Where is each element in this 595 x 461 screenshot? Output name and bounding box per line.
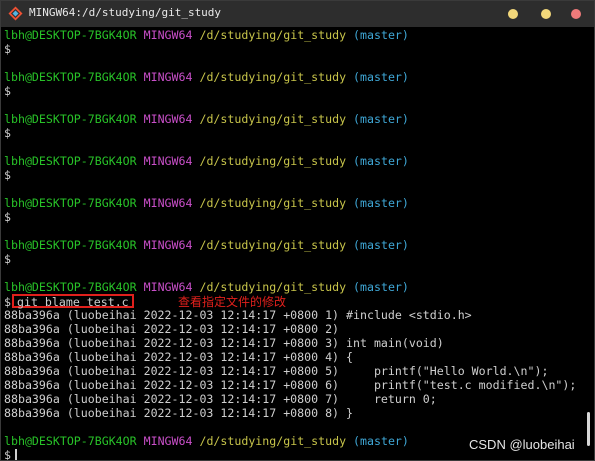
blame-line: 88ba396a (luobeihai 2022-12-03 12:14:17 … xyxy=(4,392,437,406)
prompt-line: lbh@DESKTOP-7BGK4OR MINGW64 /d/studying/… xyxy=(4,280,582,294)
prompt-path: /d/studying/git_study xyxy=(199,154,347,168)
prompt-system: MINGW64 xyxy=(143,154,193,168)
git-bash-icon xyxy=(8,6,23,21)
prompt-user: lbh@DESKTOP-7BGK4OR xyxy=(4,112,137,126)
text-cursor xyxy=(14,449,17,460)
prompt-line: lbh@DESKTOP-7BGK4OR MINGW64 /d/studying/… xyxy=(4,70,582,84)
prompt-user: lbh@DESKTOP-7BGK4OR xyxy=(4,154,137,168)
prompt-symbol: $ xyxy=(4,448,11,460)
highlighted-command: git blame test.c xyxy=(11,294,134,308)
prompt-branch: (master) xyxy=(353,28,409,42)
blame-line: 88ba396a (luobeihai 2022-12-03 12:14:17 … xyxy=(4,406,354,420)
prompt-branch: (master) xyxy=(353,112,409,126)
prompt-system: MINGW64 xyxy=(143,28,193,42)
prompt-branch: (master) xyxy=(353,434,409,448)
prompt-symbol-line: $ xyxy=(4,252,582,266)
prompt-symbol: $ xyxy=(4,252,11,266)
prompt-path: /d/studying/git_study xyxy=(199,280,347,294)
blame-line: 88ba396a (luobeihai 2022-12-03 12:14:17 … xyxy=(4,350,354,364)
prompt-symbol: $ xyxy=(4,210,11,224)
prompt-system: MINGW64 xyxy=(143,238,193,252)
prompt-symbol-line: $ xyxy=(4,210,582,224)
prompt-system: MINGW64 xyxy=(143,196,193,210)
terminal-output[interactable]: lbh@DESKTOP-7BGK4OR MINGW64 /d/studying/… xyxy=(4,28,582,460)
prompt-path: /d/studying/git_study xyxy=(199,238,347,252)
blame-line: 88ba396a (luobeihai 2022-12-03 12:14:17 … xyxy=(4,364,549,378)
prompt-path: /d/studying/git_study xyxy=(199,112,347,126)
prompt-line: lbh@DESKTOP-7BGK4OR MINGW64 /d/studying/… xyxy=(4,196,582,210)
minimize-icon[interactable] xyxy=(508,9,518,19)
prompt-path: /d/studying/git_study xyxy=(199,434,347,448)
prompt-user: lbh@DESKTOP-7BGK4OR xyxy=(4,280,137,294)
prompt-symbol: $ xyxy=(4,168,11,182)
prompt-system: MINGW64 xyxy=(143,280,193,294)
prompt-symbol: $ xyxy=(4,126,11,140)
blame-line: 88ba396a (luobeihai 2022-12-03 12:14:17 … xyxy=(4,308,472,322)
prompt-symbol: $ xyxy=(4,84,11,98)
terminal-window: MINGW64:/d/studying/git_study lbh@DESKTO… xyxy=(0,0,595,461)
scrollbar-thumb[interactable] xyxy=(587,412,590,446)
prompt-user: lbh@DESKTOP-7BGK4OR xyxy=(4,28,137,42)
prompt-branch: (master) xyxy=(353,196,409,210)
command-line: $ git blame test.c xyxy=(4,294,582,309)
blame-line: 88ba396a (luobeihai 2022-12-03 12:14:17 … xyxy=(4,322,340,336)
prompt-user: lbh@DESKTOP-7BGK4OR xyxy=(4,70,137,84)
command-annotation: 查看指定文件的修改 xyxy=(178,295,287,309)
prompt-branch: (master) xyxy=(353,280,409,294)
prompt-path: /d/studying/git_study xyxy=(199,196,347,210)
close-icon[interactable] xyxy=(571,9,581,19)
title-bar[interactable]: MINGW64:/d/studying/git_study xyxy=(1,1,594,27)
prompt-path: /d/studying/git_study xyxy=(199,28,347,42)
blame-line: 88ba396a (luobeihai 2022-12-03 12:14:17 … xyxy=(4,378,577,392)
prompt-line: lbh@DESKTOP-7BGK4OR MINGW64 /d/studying/… xyxy=(4,28,582,42)
prompt-user: lbh@DESKTOP-7BGK4OR xyxy=(4,196,137,210)
prompt-system: MINGW64 xyxy=(143,70,193,84)
prompt-branch: (master) xyxy=(353,154,409,168)
blame-line: 88ba396a (luobeihai 2022-12-03 12:14:17 … xyxy=(4,336,444,350)
prompt-symbol-line: $ xyxy=(4,84,582,98)
prompt-symbol-line: $ xyxy=(4,42,582,56)
prompt-symbol: $ xyxy=(4,295,11,309)
maximize-icon[interactable] xyxy=(541,9,551,19)
prompt-symbol-line: $ xyxy=(4,168,582,182)
prompt-branch: (master) xyxy=(353,70,409,84)
prompt-user: lbh@DESKTOP-7BGK4OR xyxy=(4,238,137,252)
window-title: MINGW64:/d/studying/git_study xyxy=(29,6,222,19)
prompt-system: MINGW64 xyxy=(143,434,193,448)
prompt-line: lbh@DESKTOP-7BGK4OR MINGW64 /d/studying/… xyxy=(4,154,582,168)
prompt-symbol: $ xyxy=(4,42,11,56)
scrollbar-track[interactable] xyxy=(585,28,594,460)
prompt-branch: (master) xyxy=(353,238,409,252)
prompt-line: lbh@DESKTOP-7BGK4OR MINGW64 /d/studying/… xyxy=(4,112,582,126)
prompt-line: lbh@DESKTOP-7BGK4OR MINGW64 /d/studying/… xyxy=(4,238,582,252)
prompt-system: MINGW64 xyxy=(143,112,193,126)
prompt-symbol-line: $ xyxy=(4,126,582,140)
csdn-watermark: CSDN @luobeihai xyxy=(469,437,575,452)
prompt-path: /d/studying/git_study xyxy=(199,70,347,84)
prompt-user: lbh@DESKTOP-7BGK4OR xyxy=(4,434,137,448)
